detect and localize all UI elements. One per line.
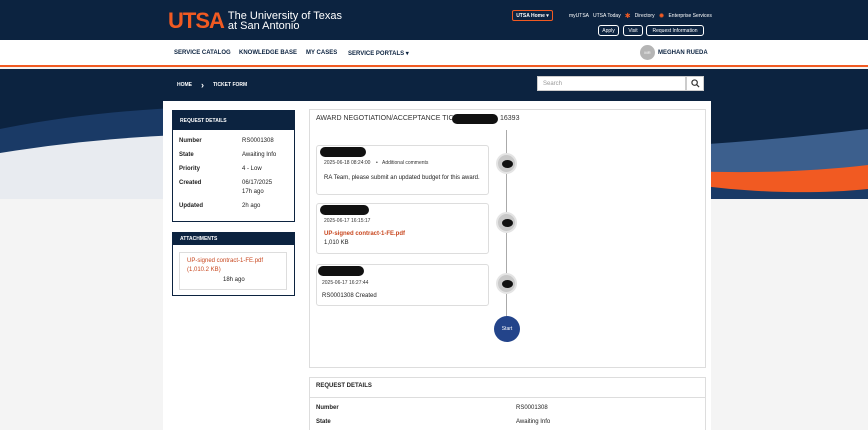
nav-service-catalog[interactable]: SERVICE CATALOG (174, 50, 231, 56)
bottom-state-value: Awaiting Info (516, 419, 551, 425)
visit-button[interactable]: Visit (623, 25, 643, 36)
updated-label: Updated (179, 203, 203, 209)
directory-icon: ✱ (624, 13, 631, 20)
attachment-link[interactable]: UP-signed contract-1-FE.pdf (187, 258, 263, 264)
entry-timestamp: 2025-06-18 08:24:00 (324, 160, 371, 166)
utsa-today-link[interactable]: UTSA Today (593, 13, 621, 19)
bullet-icon: • (376, 160, 378, 166)
breadcrumb: HOME › TICKET FORM (177, 80, 247, 90)
gear-icon: ✹ (658, 13, 665, 20)
updated-value: 2h ago (242, 203, 261, 209)
breadcrumb-home[interactable]: HOME (177, 82, 192, 88)
request-information-button[interactable]: Request Information (646, 25, 704, 36)
created-ago: 17h ago (242, 189, 264, 195)
attachments-title: ATTACHMENTS (173, 233, 294, 245)
entry-tag: Additional comments (382, 160, 429, 166)
breadcrumb-current: TICKET FORM (213, 82, 248, 88)
bottom-state-label: State (316, 419, 331, 425)
bottom-number-value: RS0001308 (516, 405, 548, 411)
request-details-title: REQUEST DETAILS (173, 111, 294, 130)
entry-attachment-size: 1,010 KB (324, 240, 349, 246)
number-label: Number (179, 138, 202, 144)
bottom-details-title: REQUEST DETAILS (316, 383, 372, 389)
created-label: Created (179, 180, 202, 186)
myutsa-link[interactable]: myUTSA (569, 13, 589, 19)
entry-text: RA Team, please submit an updated budget… (324, 175, 480, 181)
redacted-author (320, 205, 369, 215)
nav-knowledge-base[interactable]: KNOWLEDGE BASE (239, 50, 297, 56)
user-name[interactable]: MEGHAN RUEDA (658, 50, 708, 56)
priority-value: 4 - Low (242, 166, 262, 172)
entry-text: RS0001308 Created (322, 293, 377, 299)
redacted-ticket-id (452, 114, 498, 124)
created-date: 06/17/2025 (242, 180, 273, 186)
state-label: State (179, 152, 194, 158)
entry-attachment-link[interactable]: UP-signed contract-1-FE.pdf (324, 231, 405, 237)
redacted-avatar (502, 219, 513, 227)
number-value: RS0001308 (242, 138, 274, 144)
redacted-author (318, 266, 364, 276)
utsa-home-dropdown[interactable]: UTSA Home ▾ (512, 10, 553, 21)
avatar[interactable]: MR (640, 45, 655, 60)
search-button[interactable] (686, 76, 704, 91)
redacted-author (320, 147, 366, 157)
state-value: Awaiting Info (242, 152, 277, 158)
search-icon (690, 79, 700, 88)
attachment-size: (1,010.2 KB) (187, 267, 221, 273)
directory-link[interactable]: Directory (635, 13, 655, 19)
timeline-node-avatar (496, 212, 517, 233)
entry-timestamp: 2025-06-17 16:27:44 (322, 280, 369, 286)
top-links: myUTSA UTSA Today ✱ Directory ✹ Enterpri… (569, 12, 712, 20)
redacted-avatar (502, 160, 513, 168)
top-banner: UTSA The University of Texas at San Anto… (0, 0, 868, 40)
logo-text: The University of Texas at San Antonio (227, 11, 342, 32)
redacted-avatar (502, 280, 513, 288)
ticket-title: AWARD NEGOTIATION/ACCEPTANCE TICKET (316, 115, 468, 122)
apply-button[interactable]: Apply (598, 25, 619, 36)
divider (309, 397, 706, 398)
priority-label: Priority (179, 166, 201, 172)
chevron-right-icon: › (201, 80, 204, 90)
search-input[interactable]: Search (537, 76, 686, 91)
timeline-node-avatar (496, 153, 517, 174)
logo-line-2: at San Antonio (227, 20, 300, 32)
nav-my-cases[interactable]: MY CASES (306, 50, 337, 56)
nav-service-portals[interactable]: SERVICE PORTALS ▾ (348, 50, 409, 57)
logo-mark: UTSA (168, 8, 225, 33)
bottom-number-label: Number (316, 405, 339, 411)
enterprise-services-link[interactable]: Enterprise Services (668, 13, 711, 19)
main-nav: SERVICE CATALOG KNOWLEDGE BASE MY CASES … (0, 40, 868, 67)
attachment-age: 18h ago (223, 277, 245, 283)
timeline-start-node: Start (494, 316, 520, 342)
timeline-node-avatar (496, 273, 517, 294)
utsa-logo[interactable]: UTSA The University of Texas at San Anto… (168, 8, 342, 34)
entry-timestamp: 2025-06-17 16:15:17 (324, 218, 371, 224)
ticket-number: 16393 (500, 115, 520, 122)
